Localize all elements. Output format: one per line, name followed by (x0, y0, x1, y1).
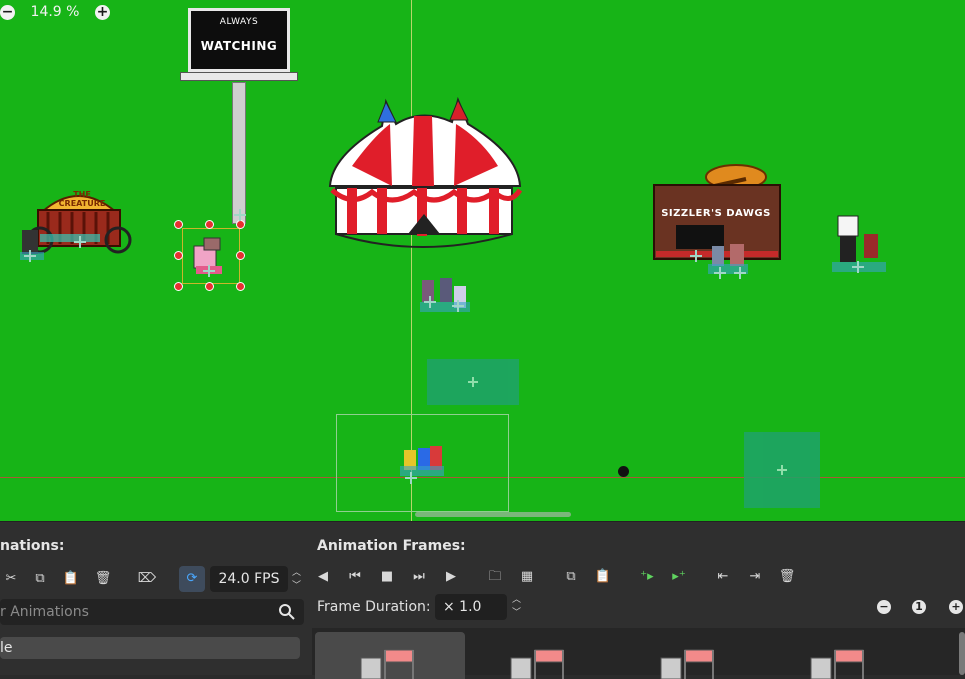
frame-thumbnail[interactable] (315, 632, 465, 679)
zoom-out-icon[interactable]: − (0, 4, 15, 20)
insert-after-icon[interactable]: ▸⁺ (668, 566, 690, 588)
resize-handle[interactable] (205, 282, 214, 291)
circus-tent[interactable] (322, 96, 526, 260)
resize-handle[interactable] (174, 220, 183, 229)
frames-title: Animation Frames: (317, 538, 466, 554)
loop-icon[interactable]: ⟳ (179, 566, 205, 592)
resize-handle[interactable] (236, 251, 245, 260)
animation-list-item[interactable]: le (0, 637, 300, 659)
anchor-pin[interactable] (452, 300, 464, 312)
search-icon (279, 604, 295, 620)
next-frame-icon[interactable]: ⏭ (408, 566, 430, 588)
play-icon[interactable]: ▶ (440, 566, 462, 588)
camera-region[interactable] (427, 359, 519, 405)
folder-icon[interactable]: 🗀 (484, 566, 506, 588)
zoom-out-frames-icon[interactable]: − (877, 600, 891, 614)
frame-image (360, 649, 414, 679)
duration-down-icon[interactable]: ﹀ (512, 609, 521, 618)
zoom-reset-button[interactable]: 1 (912, 600, 926, 614)
camera-bounds[interactable] (336, 414, 509, 512)
frame-duration-field[interactable]: × 1.0 (435, 594, 507, 620)
fps-up-icon[interactable]: ︿ (292, 569, 301, 578)
frame-thumbnail[interactable] (465, 632, 615, 679)
animation-search[interactable]: r Animations (0, 599, 304, 625)
insert-before-icon[interactable]: ⁺▸ (636, 566, 658, 588)
animation-panel: nations: ✂ ⧉ 📋 🗑 ⌦ ⟳ 24.0 FPS ︿ ﹀ r Anim… (0, 521, 965, 679)
sign-pole (232, 82, 246, 224)
anchor-pin[interactable] (203, 265, 215, 277)
fps-field[interactable]: 24.0 FPS (210, 566, 288, 592)
copy-frame-icon[interactable]: ⧉ (560, 566, 582, 588)
sign-base (180, 72, 298, 81)
anchor-pin[interactable] (24, 250, 36, 262)
resize-handle[interactable] (205, 220, 214, 229)
zoom-bar: − 14.9 % + (0, 2, 110, 22)
stop-icon[interactable]: ■ (376, 566, 398, 588)
zoom-in-frames-icon[interactable]: + (949, 600, 963, 614)
anchor-pin[interactable] (74, 236, 86, 248)
anchor-pin[interactable] (234, 209, 246, 221)
canvas-scrollbar[interactable] (415, 512, 571, 517)
frame-thumbnail[interactable] (765, 632, 915, 679)
fps-down-icon[interactable]: ﹀ (292, 582, 301, 591)
move-right-icon[interactable]: ⇥ (744, 566, 766, 588)
always-watching-sign[interactable]: ALWAYS WATCHING (188, 8, 290, 72)
frame-image (510, 649, 564, 679)
sign-line-2: WATCHING (200, 39, 278, 53)
anchor-pin[interactable] (734, 267, 746, 279)
animations-title: nations: (0, 538, 65, 554)
delete-frame-icon[interactable]: 🗑 (776, 566, 798, 588)
booth-label: SIZZLER'S DAWGS (661, 208, 771, 219)
paste-frame-icon[interactable]: 📋 (592, 566, 614, 588)
cut-icon[interactable]: ✂ (0, 568, 22, 590)
grid-icon[interactable]: ▦ (516, 566, 538, 588)
move-left-icon[interactable]: ⇤ (712, 566, 734, 588)
frame-thumbnail[interactable] (615, 632, 765, 679)
camera-region[interactable] (744, 432, 820, 508)
resize-handle[interactable] (174, 251, 183, 260)
paste-icon[interactable]: 📋 (60, 568, 82, 590)
copy-icon[interactable]: ⧉ (29, 568, 51, 590)
rename-icon[interactable]: ⌦ (136, 568, 158, 590)
frame-image (660, 649, 714, 679)
duration-up-icon[interactable]: ︿ (512, 596, 521, 605)
frames-scrollbar[interactable] (959, 632, 965, 675)
anchor-pin[interactable] (714, 267, 726, 279)
anchor-pin[interactable] (690, 250, 702, 262)
resize-handle[interactable] (174, 282, 183, 291)
sign-line-1: ALWAYS (219, 17, 259, 27)
anchor-pin[interactable] (852, 261, 864, 273)
anchor-pin[interactable] (424, 296, 436, 308)
frame-duration-label: Frame Duration: (317, 599, 431, 615)
prev-frame-icon[interactable]: ⏮ (344, 566, 366, 588)
zoom-in-icon[interactable]: + (95, 4, 110, 20)
delete-icon[interactable]: 🗑 (92, 568, 114, 590)
zoom-level: 14.9 % (30, 4, 80, 20)
search-placeholder: r Animations (0, 604, 89, 620)
bug-sprite[interactable] (618, 466, 629, 477)
frames-strip (312, 628, 965, 679)
resize-handle[interactable] (236, 282, 245, 291)
play-back-icon[interactable]: ◀ (312, 566, 334, 588)
scene-canvas[interactable]: − 14.9 % + ALWAYS WATCHING THE CREATURE (0, 0, 965, 521)
resize-handle[interactable] (236, 220, 245, 229)
creature-label: THE CREATURE (58, 190, 106, 208)
frame-image (810, 649, 864, 679)
